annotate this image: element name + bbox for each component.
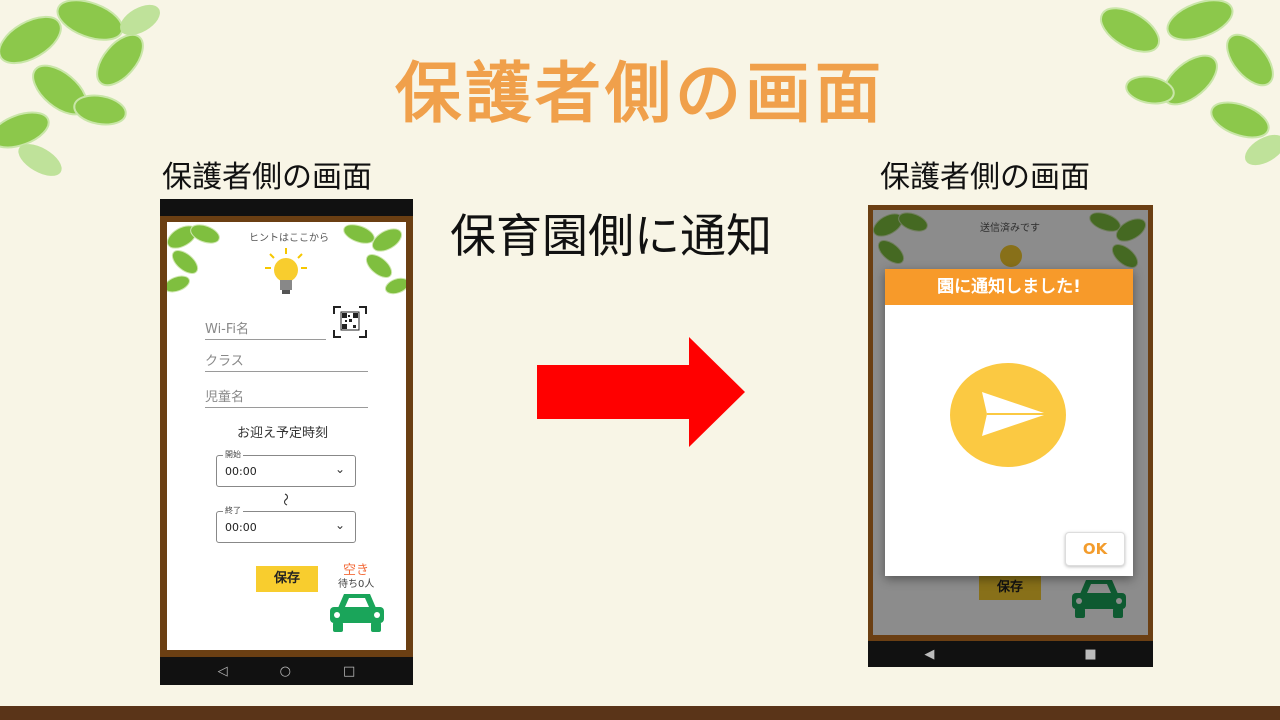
start-time-legend: 開始 bbox=[223, 449, 243, 460]
lightbulb-icon bbox=[265, 248, 307, 294]
dialog-title: 園に通知しました! bbox=[885, 269, 1133, 305]
home-button[interactable]: ○ bbox=[280, 664, 291, 679]
android-nav-bar: ◁ ○ □ bbox=[160, 657, 413, 685]
class-input[interactable]: クラス bbox=[205, 350, 368, 372]
start-time-select[interactable]: 開始 00:00 ⌄ bbox=[216, 449, 356, 487]
chevron-down-icon: ⌄ bbox=[334, 462, 345, 476]
tilde: 〜 bbox=[277, 492, 293, 507]
car-icon bbox=[330, 594, 384, 632]
left-phone: ヒントはここから Wi-Fi名 クラス 児童名 お迎え予定時刻 開始 00:00… bbox=[160, 199, 413, 685]
left-caption: 保護者側の画面 bbox=[162, 160, 372, 195]
chevron-down-icon: ⌄ bbox=[334, 518, 345, 532]
recents-button[interactable]: □ bbox=[343, 664, 355, 679]
leaf-cluster-icon bbox=[167, 224, 220, 293]
notification-dialog: 園に通知しました! OK bbox=[885, 269, 1133, 576]
end-time-legend: 終了 bbox=[223, 505, 243, 516]
wifi-input[interactable]: Wi-Fi名 bbox=[205, 318, 326, 340]
ok-button[interactable]: OK bbox=[1065, 532, 1125, 566]
slide-bottom-bar bbox=[0, 706, 1280, 720]
child-name-input[interactable]: 児童名 bbox=[205, 386, 368, 408]
back-button[interactable]: ◁ bbox=[218, 664, 228, 679]
right-phone: 送信済みです 保存 園に通知しました! OK ◀ ■ bbox=[868, 205, 1153, 667]
end-time-select[interactable]: 終了 00:00 ⌄ bbox=[216, 505, 356, 543]
back-button[interactable]: ◀ bbox=[924, 647, 934, 662]
end-time-value: 00:00 bbox=[225, 521, 257, 534]
left-phone-screen: ヒントはここから Wi-Fi名 クラス 児童名 お迎え予定時刻 開始 00:00… bbox=[167, 222, 406, 650]
right-phone-screen: 送信済みです 保存 園に通知しました! OK bbox=[873, 210, 1148, 635]
android-nav-bar: ◀ ■ bbox=[868, 641, 1153, 667]
qr-code-icon[interactable] bbox=[333, 306, 367, 338]
notify-text: 保育園側に通知 bbox=[450, 209, 772, 263]
slide-title: 保護者側の画面 bbox=[395, 55, 885, 132]
paper-plane-icon bbox=[950, 363, 1066, 467]
start-time-value: 00:00 bbox=[225, 465, 257, 478]
arrow-right-icon bbox=[537, 337, 745, 447]
save-button[interactable]: 保存 bbox=[256, 566, 318, 592]
hint-link[interactable]: ヒントはここから bbox=[249, 229, 329, 244]
waiting-count: 待ち0人 bbox=[338, 579, 375, 590]
leaf-cluster-icon bbox=[343, 224, 406, 295]
recents-button[interactable]: ■ bbox=[1084, 647, 1096, 662]
right-caption: 保護者側の画面 bbox=[880, 160, 1090, 195]
pickup-heading: お迎え予定時刻 bbox=[237, 426, 329, 441]
